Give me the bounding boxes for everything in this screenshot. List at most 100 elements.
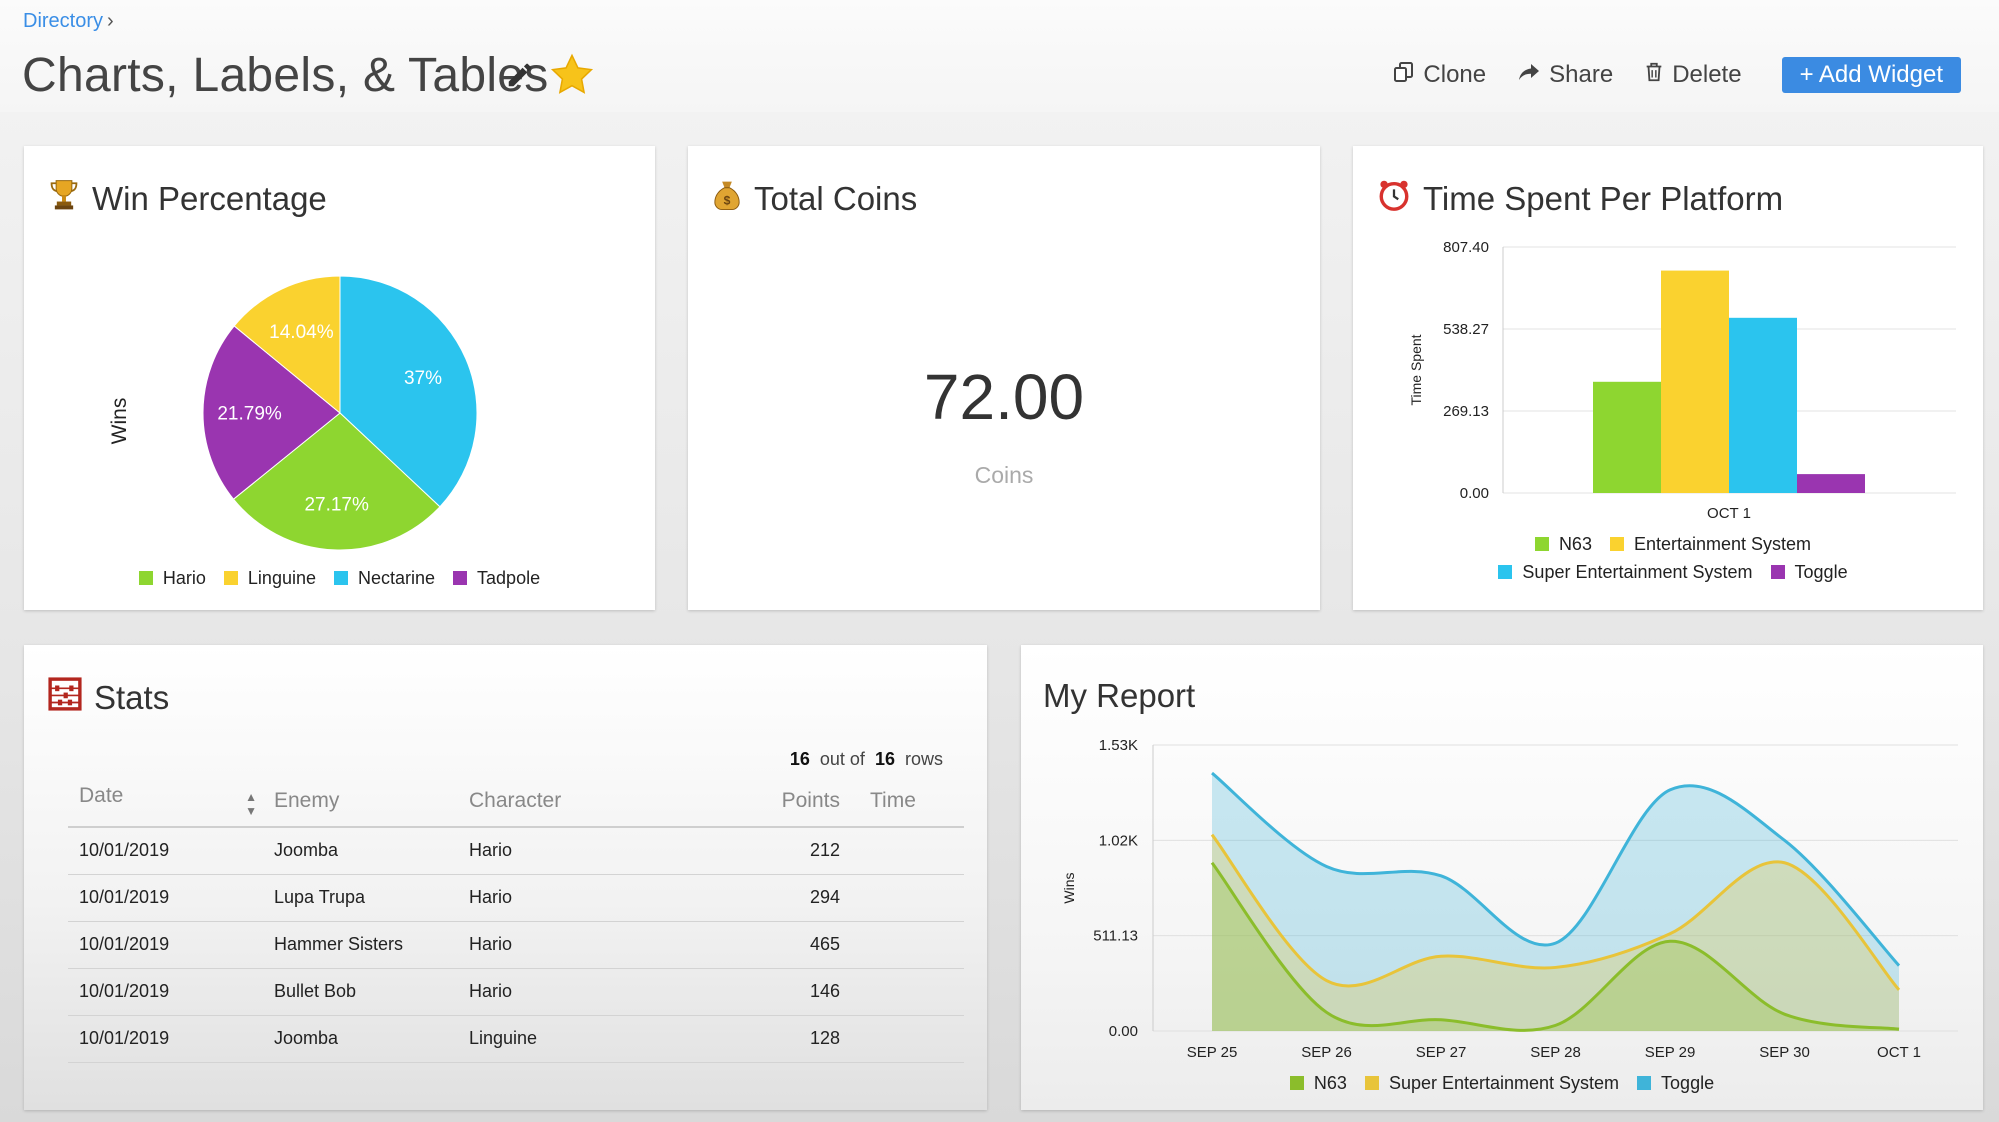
table-row[interactable]: 10/01/2019 Joomba Linguine 128: [68, 1015, 964, 1063]
cell-points: 146: [728, 968, 854, 1016]
breadcrumb-directory-link[interactable]: Directory: [23, 10, 103, 32]
clone-button[interactable]: Clone: [1392, 60, 1486, 91]
legend-swatch: [1364, 1076, 1379, 1090]
area-x-tick-label: SEP 28: [1530, 1044, 1581, 1061]
bar-legend-item[interactable]: Entertainment System: [1609, 530, 1812, 558]
column-header-character[interactable]: Character: [458, 775, 728, 828]
stats-table: Date ▲ ▼ Enemy Character Points Time 10/01…: [68, 775, 964, 1063]
legend-label: Linguine: [247, 568, 316, 588]
legend-label: Super Entertainment System: [1522, 562, 1753, 582]
legend-swatch: [1498, 565, 1513, 579]
legend-label: N63: [1558, 534, 1592, 554]
bar-y-tick-label: 0.00: [1460, 485, 1489, 502]
area-legend-item[interactable]: Toggle: [1637, 1069, 1714, 1097]
table-row[interactable]: 10/01/2019 Bullet Bob Hario 146: [68, 968, 964, 1016]
column-header-enemy[interactable]: Enemy: [263, 775, 458, 828]
share-arrow-icon: [1516, 60, 1542, 91]
pencil-edit-icon[interactable]: [505, 60, 535, 95]
delete-button[interactable]: Delete: [1643, 60, 1742, 91]
share-button[interactable]: Share: [1516, 60, 1613, 91]
column-header-date[interactable]: Date ▲ ▼: [68, 775, 263, 828]
cell-enemy: Hammer Sisters: [263, 921, 458, 969]
area-y-axis-label: Wins: [1061, 872, 1077, 903]
coins-value: 72.00: [923, 361, 1085, 433]
star-favorite-icon[interactable]: [549, 52, 595, 103]
total-coins-widget[interactable]: $ Total Coins 72.00 Coins: [688, 146, 1320, 610]
abacus-icon: [48, 677, 82, 719]
time-spent-widget[interactable]: Time Spent Per Platform 0.00 269.13 538.27…: [1353, 146, 1983, 610]
legend-swatch: [1534, 537, 1549, 551]
bar-super-entertainment-system[interactable]: [1729, 317, 1797, 493]
legend-label: Toggle: [1794, 562, 1848, 582]
add-widget-button[interactable]: + Add Widget: [1781, 57, 1961, 93]
cell-enemy: Bullet Bob: [263, 968, 458, 1016]
cell-date: 10/01/2019: [68, 827, 263, 875]
bar-y-axis-label: Time Spent: [1408, 334, 1424, 405]
cell-time: [854, 921, 964, 969]
pie-y-axis-label: Wins: [108, 398, 131, 445]
legend-label: Entertainment System: [1633, 534, 1812, 554]
cell-time: [854, 827, 964, 875]
cell-character: Hario: [458, 827, 728, 875]
svg-text:$: $: [724, 194, 731, 208]
table-row[interactable]: 10/01/2019 Joomba Hario 212: [68, 827, 964, 875]
column-header-time[interactable]: Time: [854, 775, 964, 828]
bar-legend-item[interactable]: Super Entertainment System: [1498, 558, 1753, 586]
area-x-tick-label: SEP 26: [1301, 1044, 1352, 1061]
area-x-tick-label: OCT 1: [1877, 1044, 1921, 1061]
legend-swatch: [1637, 1076, 1652, 1090]
cell-character: Linguine: [458, 1015, 728, 1063]
cell-character: Hario: [458, 874, 728, 922]
legend-label: Hario: [162, 568, 206, 588]
bar-legend-item[interactable]: N63: [1534, 530, 1592, 558]
cell-points: 212: [728, 827, 854, 875]
bar-y-tick-label: 269.13: [1443, 403, 1489, 420]
stats-widget[interactable]: Stats 16 out of 16 rows Date ▲ ▼ Enemy Cha…: [24, 645, 987, 1110]
bar-legend: N63 Entertainment System Super Entertainme…: [1463, 530, 1883, 586]
pie-legend-item[interactable]: Nectarine: [333, 564, 435, 592]
cell-date: 10/01/2019: [68, 968, 263, 1016]
table-row[interactable]: 10/01/2019 Lupa Trupa Hario 294: [68, 874, 964, 922]
table-header-row: Date ▲ ▼ Enemy Character Points Time: [68, 775, 964, 828]
my-report-widget[interactable]: My Report 0.00 511.13 1.02K 1.53K SEP 25 SEP …: [1021, 645, 1983, 1110]
cell-enemy: Joomba: [263, 827, 458, 875]
bar-y-tick-label: 807.40: [1443, 239, 1489, 256]
chevron-right-icon: ›: [107, 10, 114, 32]
pie-data-label: 21.79%: [217, 404, 282, 425]
breadcrumb: Directory ›: [23, 10, 114, 33]
legend-swatch: [223, 571, 238, 585]
bar-n63[interactable]: [1593, 381, 1661, 493]
area-legend-item[interactable]: N63: [1289, 1069, 1347, 1097]
legend-swatch: [453, 571, 468, 585]
page-header: Directory › Charts, Labels, & Tables Clon…: [0, 0, 1999, 112]
pie-data-label: 14.04%: [269, 322, 334, 343]
pie-legend: Hario Linguine Nectarine Tadpole: [24, 564, 655, 592]
cell-points: 294: [728, 874, 854, 922]
pie-legend-item[interactable]: Hario: [138, 564, 206, 592]
area-legend: N63 Super Entertainment System Toggle: [1021, 1069, 1983, 1097]
cell-character: Hario: [458, 968, 728, 1016]
pie-legend-item[interactable]: Tadpole: [453, 564, 540, 592]
cell-enemy: Lupa Trupa: [263, 874, 458, 922]
legend-swatch: [138, 571, 153, 585]
area-x-tick-label: SEP 30: [1759, 1044, 1810, 1061]
win-percentage-widget[interactable]: Win Percentage 37% 27.17% 21.79% 14.04% Wins…: [24, 146, 655, 610]
bar-y-tick-label: 538.27: [1443, 321, 1489, 338]
legend-swatch: [1609, 537, 1624, 551]
column-header-points[interactable]: Points: [728, 775, 854, 828]
legend-swatch: [1289, 1076, 1304, 1090]
bar-toggle[interactable]: [1797, 474, 1865, 493]
area-y-tick-label: 1.53K: [1099, 737, 1138, 754]
table-row[interactable]: 10/01/2019 Hammer Sisters Hario 465: [68, 921, 964, 969]
bar-entertainment-system[interactable]: [1661, 270, 1729, 493]
coins-unit: Coins: [974, 462, 1034, 488]
pie-legend-item[interactable]: Linguine: [223, 564, 316, 592]
bar-legend-item[interactable]: Toggle: [1770, 558, 1848, 586]
legend-label: Tadpole: [477, 568, 541, 588]
row-count: 16 out of 16 rows: [789, 749, 943, 769]
sort-icon[interactable]: ▲ ▼: [245, 790, 257, 818]
area-x-tick-label: SEP 29: [1645, 1044, 1696, 1061]
area-legend-item[interactable]: Super Entertainment System: [1364, 1069, 1619, 1097]
area-y-tick-label: 0.00: [1109, 1023, 1138, 1040]
cell-enemy: Joomba: [263, 1015, 458, 1063]
